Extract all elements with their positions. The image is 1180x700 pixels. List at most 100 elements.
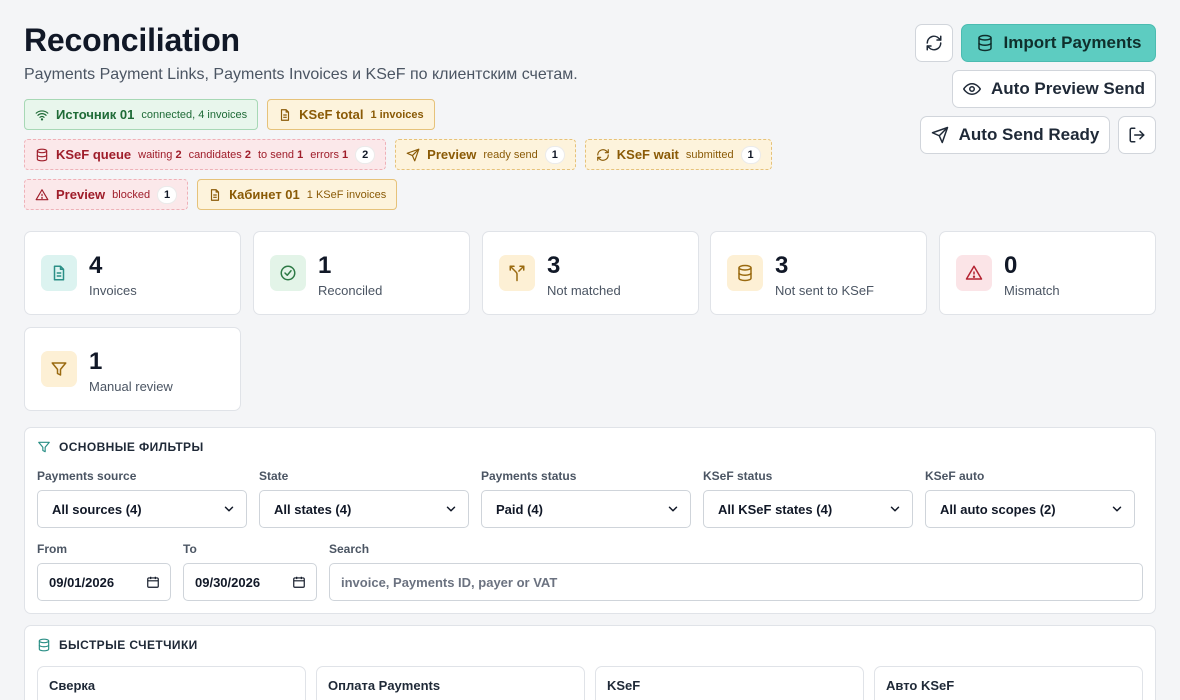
filters-title: ОСНОВНЫЕ ФИЛЬТРЫ bbox=[59, 440, 204, 454]
chip-ksef-total[interactable]: KSeF total 1 invoices bbox=[267, 99, 435, 130]
logout-icon bbox=[1128, 126, 1146, 144]
filter-state: State All states (4) bbox=[259, 469, 469, 528]
auto-preview-send-label: Auto Preview Send bbox=[991, 79, 1145, 98]
filter-search: Search bbox=[329, 542, 1143, 601]
chip-preview-ready-count: 1 bbox=[544, 145, 565, 164]
filter-source-label: Payments source bbox=[37, 469, 137, 483]
queue-tosend-label: to send bbox=[257, 148, 295, 161]
eye-icon bbox=[963, 80, 981, 98]
stat-card-manual-review[interactable]: 1 Manual review bbox=[24, 327, 241, 411]
queue-errors-label: errors bbox=[310, 148, 339, 161]
queue-waiting-value: 2 bbox=[175, 148, 182, 161]
split-icon bbox=[499, 255, 535, 291]
refresh-icon bbox=[596, 148, 610, 162]
stat-invoices-label: Invoices bbox=[89, 283, 137, 298]
stat-manual-label: Manual review bbox=[89, 379, 173, 394]
chip-preview-blocked-sub: blocked bbox=[112, 188, 151, 201]
chevron-down-icon bbox=[666, 502, 680, 516]
filter-search-label: Search bbox=[329, 542, 370, 556]
chip-preview-ready-label: Preview bbox=[427, 147, 477, 162]
chip-preview-blocked-count: 1 bbox=[157, 185, 178, 204]
chip-ksef-wait-sub: submitted bbox=[685, 148, 734, 161]
filter-ksef-status: KSeF status All KSeF states (4) bbox=[703, 469, 913, 528]
chip-ksef-queue-count: 2 bbox=[355, 145, 376, 164]
chip-source[interactable]: Источник 01 connected, 4 invoices bbox=[24, 99, 259, 130]
chip-ksef-queue-label: KSeF queue bbox=[56, 147, 132, 162]
database-icon bbox=[727, 255, 763, 291]
counter-group-auto-ksef[interactable]: Авто KSeF bbox=[874, 666, 1143, 700]
chip-ksef-wait[interactable]: KSeF wait submitted 1 bbox=[584, 139, 772, 170]
calendar-icon bbox=[146, 575, 160, 589]
document-icon bbox=[278, 108, 292, 122]
chip-cabinet[interactable]: Кабинет 01 1 KSeF invoices bbox=[197, 179, 398, 210]
stat-card-not-sent[interactable]: 3 Not sent to KSeF bbox=[710, 231, 927, 315]
stat-not-matched-value: 3 bbox=[547, 252, 561, 279]
filter-from-label: From bbox=[37, 542, 67, 556]
page-title: Reconciliation bbox=[24, 22, 240, 58]
filter-from-date[interactable]: 09/01/2026 bbox=[37, 563, 171, 601]
refresh-button[interactable] bbox=[915, 24, 953, 62]
import-payments-button[interactable]: Import Payments bbox=[961, 24, 1156, 62]
filters-panel: ОСНОВНЫЕ ФИЛЬТРЫ Payments source All sou… bbox=[24, 427, 1156, 614]
database-icon bbox=[35, 148, 49, 162]
filter-source-select[interactable]: All sources (4) bbox=[37, 490, 247, 528]
check-circle-icon bbox=[270, 255, 306, 291]
stat-card-reconciled[interactable]: 1 Reconciled bbox=[253, 231, 470, 315]
queue-candidates-value: 2 bbox=[244, 148, 251, 161]
filter-source: Payments source All sources (4) bbox=[37, 469, 247, 528]
filter-ksef-auto-select[interactable]: All auto scopes (2) bbox=[925, 490, 1135, 528]
chip-source-label: Источник 01 bbox=[56, 107, 135, 122]
chip-ksef-total-label: KSeF total bbox=[299, 107, 364, 122]
chip-ksef-queue[interactable]: KSeF queue waiting 2 candidates 2 to sen… bbox=[24, 139, 387, 170]
calendar-icon bbox=[292, 575, 306, 589]
filter-ksef-status-select[interactable]: All KSeF states (4) bbox=[703, 490, 913, 528]
chip-source-sub: connected, 4 invoices bbox=[141, 108, 248, 121]
chip-ksef-wait-count: 1 bbox=[740, 145, 761, 164]
stat-not-sent-label: Not sent to KSeF bbox=[775, 283, 874, 298]
logout-button[interactable] bbox=[1118, 116, 1156, 154]
search-input[interactable] bbox=[329, 563, 1143, 601]
counters-title: БЫСТРЫЕ СЧЕТЧИКИ bbox=[59, 638, 198, 652]
stat-manual-value: 1 bbox=[89, 348, 103, 375]
filter-to-date[interactable]: 09/30/2026 bbox=[183, 563, 317, 601]
filter-ksef-auto-label: KSeF auto bbox=[925, 469, 985, 483]
database-icon bbox=[976, 34, 994, 52]
chip-preview-ready[interactable]: Preview ready send 1 bbox=[395, 139, 576, 170]
chip-preview-blocked[interactable]: Preview blocked 1 bbox=[24, 179, 189, 210]
document-icon bbox=[208, 188, 222, 202]
stat-reconciled-label: Reconciled bbox=[318, 283, 383, 298]
auto-preview-send-button[interactable]: Auto Preview Send bbox=[952, 70, 1156, 108]
stat-mismatch-label: Mismatch bbox=[1004, 283, 1060, 298]
filter-to: To 09/30/2026 bbox=[183, 542, 317, 601]
chip-preview-blocked-label: Preview bbox=[56, 187, 106, 202]
chip-ksef-wait-label: KSeF wait bbox=[616, 147, 679, 162]
queue-waiting-label: waiting bbox=[138, 148, 173, 161]
chip-cabinet-sub: 1 KSeF invoices bbox=[306, 188, 387, 201]
filter-state-select[interactable]: All states (4) bbox=[259, 490, 469, 528]
chip-cabinet-label: Кабинет 01 bbox=[229, 187, 300, 202]
filter-payments-status-select[interactable]: Paid (4) bbox=[481, 490, 691, 528]
chip-ksef-total-sub: 1 invoices bbox=[370, 108, 424, 121]
filter-icon bbox=[37, 440, 51, 454]
stat-reconciled-value: 1 bbox=[318, 252, 332, 279]
counters-panel: БЫСТРЫЕ СЧЕТЧИКИ Сверка Оплата Payments … bbox=[24, 625, 1156, 700]
counter-group-reconcile[interactable]: Сверка bbox=[37, 666, 306, 700]
stat-card-mismatch[interactable]: 0 Mismatch bbox=[939, 231, 1156, 315]
send-icon bbox=[406, 148, 420, 162]
counter-group-payments[interactable]: Оплата Payments bbox=[316, 666, 585, 700]
counter-group-ksef[interactable]: KSeF bbox=[595, 666, 864, 700]
filter-from: From 09/01/2026 bbox=[37, 542, 171, 601]
refresh-icon bbox=[925, 34, 943, 52]
stat-card-invoices[interactable]: 4 Invoices bbox=[24, 231, 241, 315]
chevron-down-icon bbox=[444, 502, 458, 516]
stat-mismatch-value: 0 bbox=[1004, 252, 1018, 279]
stat-card-not-matched[interactable]: 3 Not matched bbox=[482, 231, 699, 315]
chevron-down-icon bbox=[1110, 502, 1124, 516]
chevron-down-icon bbox=[888, 502, 902, 516]
send-icon bbox=[931, 126, 949, 144]
auto-send-ready-button[interactable]: Auto Send Ready bbox=[920, 116, 1110, 154]
status-chips: Источник 01 connected, 4 invoices KSeF t… bbox=[24, 99, 824, 219]
stat-not-matched-label: Not matched bbox=[547, 283, 621, 298]
import-payments-label: Import Payments bbox=[1003, 33, 1142, 52]
chevron-down-icon bbox=[222, 502, 236, 516]
